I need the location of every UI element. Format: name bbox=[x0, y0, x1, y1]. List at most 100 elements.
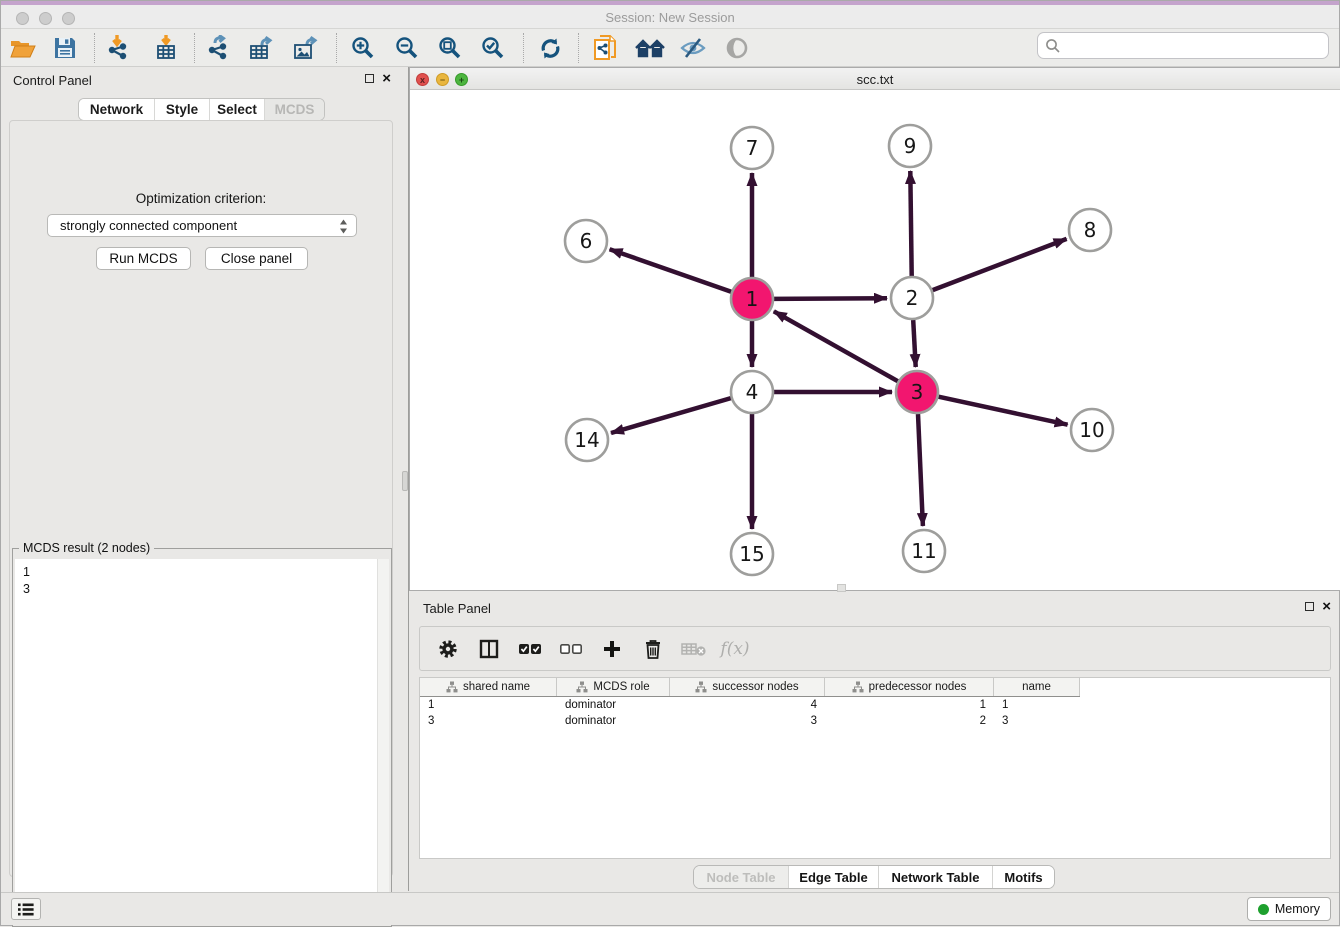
mcds-result-title: MCDS result (2 nodes) bbox=[19, 541, 154, 555]
save-session-icon[interactable] bbox=[50, 34, 80, 62]
status-bar: Memory bbox=[1, 892, 1339, 925]
tab-network[interactable]: Network bbox=[79, 99, 154, 120]
graph-edge-3-10[interactable] bbox=[939, 397, 1068, 425]
graph-edge-2-3[interactable] bbox=[913, 320, 916, 367]
graph-edge-2-8[interactable] bbox=[933, 239, 1067, 290]
float-panel-icon[interactable] bbox=[365, 74, 374, 83]
home-icon[interactable] bbox=[635, 34, 665, 62]
table-settings-icon[interactable] bbox=[434, 634, 462, 664]
network-window-titlebar[interactable]: x − + scc.txt bbox=[410, 68, 1340, 90]
graph-edge-1-6[interactable] bbox=[610, 249, 732, 292]
result-line: 1 bbox=[23, 564, 377, 581]
graph-node-14[interactable]: 14 bbox=[566, 419, 608, 461]
zoom-selected-icon[interactable] bbox=[478, 34, 508, 62]
graph-edge-1-2[interactable] bbox=[774, 298, 887, 299]
clone-network-icon[interactable] bbox=[591, 34, 621, 62]
tab-network-table[interactable]: Network Table bbox=[878, 866, 992, 888]
deselect-all-columns-icon[interactable] bbox=[557, 634, 585, 664]
graph-edge-4-14[interactable] bbox=[611, 398, 731, 433]
export-table-icon[interactable] bbox=[247, 34, 277, 62]
table-cell[interactable]: 3 bbox=[994, 715, 1080, 727]
graph-node-1[interactable]: 1 bbox=[731, 278, 773, 320]
show-panels-list-button[interactable] bbox=[11, 898, 41, 920]
run-mcds-button[interactable]: Run MCDS bbox=[96, 247, 191, 270]
svg-text:15: 15 bbox=[739, 542, 764, 566]
mcds-result-text[interactable]: 1 3 bbox=[15, 559, 377, 924]
table-panel-title: Table Panel bbox=[423, 601, 491, 616]
network-canvas[interactable]: 7 9 6 8 1 2 4 3 14 10 15 11 bbox=[410, 90, 1340, 590]
import-network-icon[interactable] bbox=[104, 34, 134, 62]
close-table-panel-icon[interactable]: × bbox=[1322, 601, 1331, 612]
column-header-successor-nodes[interactable]: successor nodes bbox=[670, 678, 825, 696]
optimization-criterion-label: Optimization criterion: bbox=[10, 191, 392, 206]
node-table[interactable]: shared nameMCDS rolesuccessor nodesprede… bbox=[419, 677, 1331, 859]
table-cell[interactable]: 1 bbox=[825, 699, 994, 711]
column-header-shared-name[interactable]: shared name bbox=[420, 678, 557, 696]
graph-node-6[interactable]: 6 bbox=[565, 220, 607, 262]
graph-node-2[interactable]: 2 bbox=[891, 277, 933, 319]
close-panel-button[interactable]: Close panel bbox=[205, 247, 308, 270]
tab-style[interactable]: Style bbox=[154, 99, 209, 120]
svg-text:4: 4 bbox=[746, 380, 759, 404]
table-cell[interactable]: 2 bbox=[825, 715, 994, 727]
tab-select[interactable]: Select bbox=[209, 99, 264, 120]
create-column-icon[interactable] bbox=[598, 634, 626, 664]
graph-node-4[interactable]: 4 bbox=[731, 371, 773, 413]
delete-column-icon[interactable] bbox=[639, 634, 667, 664]
graph-node-10[interactable]: 10 bbox=[1071, 409, 1113, 451]
graph-node-9[interactable]: 9 bbox=[889, 125, 931, 167]
graph-node-3[interactable]: 3 bbox=[896, 371, 938, 413]
export-network-icon[interactable] bbox=[204, 34, 234, 62]
search-input[interactable] bbox=[1066, 36, 1328, 56]
toolbar-separator bbox=[523, 33, 524, 63]
application-window: Session: New Session bbox=[0, 0, 1340, 926]
tab-mcds[interactable]: MCDS bbox=[264, 99, 324, 120]
graph-node-7[interactable]: 7 bbox=[731, 127, 773, 169]
split-columns-icon[interactable] bbox=[475, 634, 503, 664]
tab-node-table[interactable]: Node Table bbox=[694, 866, 788, 888]
tab-edge-table[interactable]: Edge Table bbox=[788, 866, 878, 888]
table-cell[interactable]: 1 bbox=[994, 699, 1080, 711]
graph-node-8[interactable]: 8 bbox=[1069, 209, 1111, 251]
criterion-select[interactable]: strongly connected component bbox=[47, 214, 357, 237]
graph-node-15[interactable]: 15 bbox=[731, 533, 773, 575]
graph-node-11[interactable]: 11 bbox=[903, 530, 945, 572]
search-field[interactable] bbox=[1037, 32, 1329, 59]
column-header-MCDS-role[interactable]: MCDS role bbox=[557, 678, 670, 696]
open-session-icon[interactable] bbox=[8, 34, 38, 62]
memory-button[interactable]: Memory bbox=[1247, 897, 1331, 921]
column-header-predecessor-nodes[interactable]: predecessor nodes bbox=[825, 678, 994, 696]
divider-grip[interactable] bbox=[402, 471, 408, 491]
table-panel: Table Panel × bbox=[409, 596, 1340, 891]
bird-eye-view-icon[interactable] bbox=[722, 34, 752, 62]
table-cell[interactable]: 3 bbox=[670, 715, 825, 727]
float-table-panel-icon[interactable] bbox=[1305, 602, 1314, 611]
import-table-icon[interactable] bbox=[151, 34, 181, 62]
table-cell[interactable]: 4 bbox=[670, 699, 825, 711]
zoom-fit-content-icon[interactable] bbox=[435, 34, 465, 62]
graph-edge-3-1[interactable] bbox=[774, 311, 898, 381]
panel-split-divider[interactable] bbox=[401, 67, 409, 891]
hide-graphics-details-icon[interactable] bbox=[678, 34, 708, 62]
table-cell[interactable]: dominator bbox=[557, 715, 670, 727]
graph-edge-3-11[interactable] bbox=[918, 414, 923, 526]
zoom-out-icon[interactable] bbox=[392, 34, 422, 62]
table-cell[interactable]: dominator bbox=[557, 699, 670, 711]
export-image-icon[interactable] bbox=[291, 34, 321, 62]
zoom-in-icon[interactable] bbox=[348, 34, 378, 62]
graph-edge-2-9[interactable] bbox=[910, 171, 911, 276]
refresh-icon[interactable] bbox=[535, 34, 565, 62]
close-panel-icon[interactable]: × bbox=[382, 73, 391, 84]
network-graph[interactable]: 7 9 6 8 1 2 4 3 14 10 15 11 bbox=[410, 90, 1340, 591]
result-line: 3 bbox=[23, 581, 377, 598]
table-toolbar: f(x) bbox=[419, 626, 1331, 671]
tab-motifs[interactable]: Motifs bbox=[992, 866, 1054, 888]
column-header-name[interactable]: name bbox=[994, 678, 1080, 696]
table-cell[interactable]: 1 bbox=[420, 699, 557, 711]
select-all-columns-icon[interactable] bbox=[516, 634, 544, 664]
table-cell[interactable]: 3 bbox=[420, 715, 557, 727]
table-row[interactable]: 3dominator323 bbox=[420, 713, 1330, 729]
result-scrollbar[interactable] bbox=[377, 559, 389, 924]
network-resize-grip[interactable] bbox=[837, 584, 846, 592]
table-row[interactable]: 1dominator411 bbox=[420, 697, 1330, 713]
